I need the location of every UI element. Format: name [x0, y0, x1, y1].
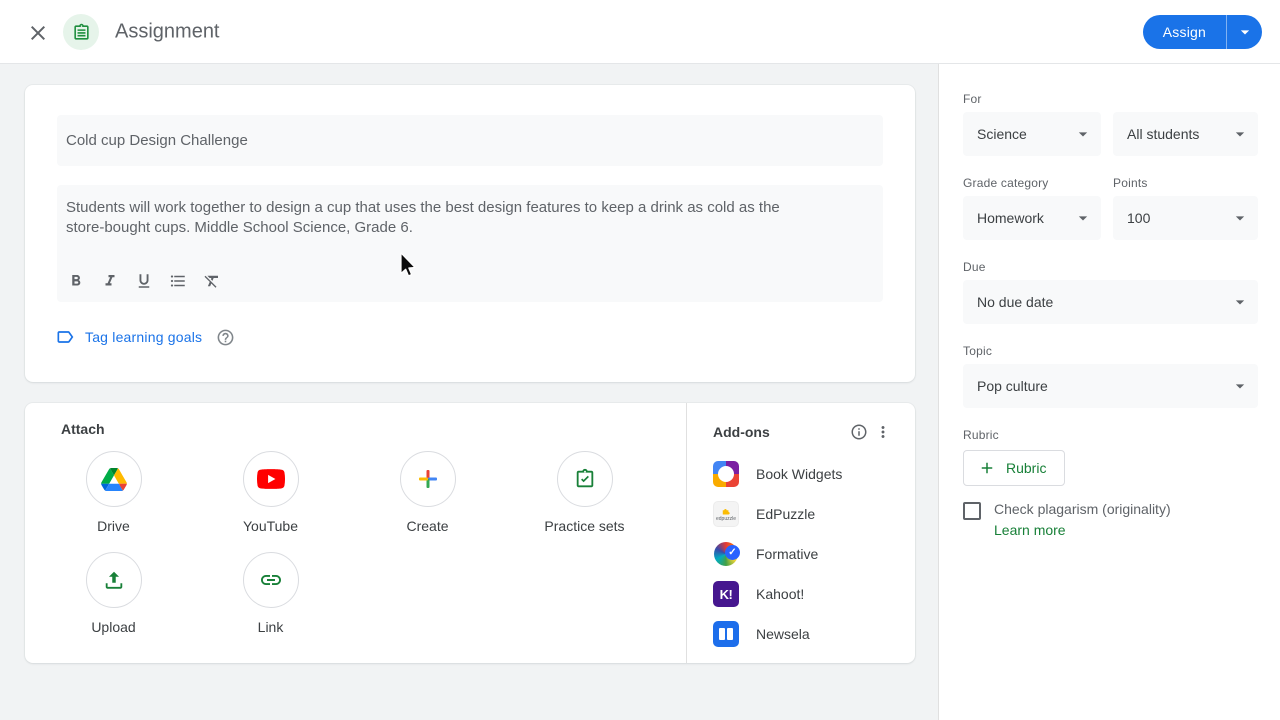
bulleted-list-button[interactable]	[161, 264, 195, 298]
dropdown-arrow-icon	[1078, 132, 1088, 137]
italic-button[interactable]	[93, 264, 127, 298]
help-icon	[217, 329, 234, 345]
attach-practice-sets-label: Practice sets	[544, 518, 625, 534]
dropdown-arrow-icon	[1235, 216, 1245, 221]
dropdown-arrow-icon	[1235, 300, 1245, 305]
for-label: For	[963, 92, 982, 106]
google-drive-icon	[100, 467, 127, 491]
info-icon	[851, 424, 867, 440]
tag-learning-goals-row: Tag learning goals	[55, 327, 236, 347]
assignment-type-badge	[63, 14, 99, 50]
students-select[interactable]: All students	[1113, 112, 1258, 156]
attach-link-label: Link	[257, 619, 284, 635]
topic-label: Topic	[963, 344, 993, 358]
assign-dropdown-button[interactable]	[1226, 15, 1262, 49]
dropdown-arrow-icon	[1235, 132, 1245, 137]
plus-icon	[981, 462, 993, 474]
help-button[interactable]	[216, 327, 236, 347]
addons-title: Add-ons	[713, 424, 770, 440]
attach-practice-sets-button[interactable]: Practice sets	[506, 451, 663, 534]
bold-icon	[72, 275, 81, 286]
youtube-icon	[256, 469, 285, 489]
attach-drive-button[interactable]: Drive	[35, 451, 192, 534]
addon-book-widgets[interactable]: Book Widgets	[713, 454, 895, 494]
main-content: Students will work together to design a …	[0, 64, 938, 720]
italic-icon	[105, 275, 115, 286]
page-title: Assignment	[115, 20, 220, 42]
clear-formatting-button[interactable]	[195, 264, 229, 298]
due-label: Due	[963, 260, 986, 274]
attach-pane: Attach Drive YouTube Create Practice set…	[25, 403, 686, 663]
plagiarism-label: Check plagarism (originality)	[994, 501, 1171, 517]
add-rubric-button[interactable]: Rubric	[963, 450, 1066, 486]
link-icon	[260, 575, 281, 585]
attach-drive-label: Drive	[97, 518, 130, 534]
formative-icon: ✓	[713, 541, 740, 567]
assignment-form-card: Students will work together to design a …	[25, 85, 915, 382]
addon-kahoot[interactable]: K! Kahoot!	[713, 574, 895, 614]
assign-button[interactable]: Assign	[1142, 15, 1226, 49]
addons-menu-button[interactable]	[871, 420, 895, 444]
attach-youtube-label: YouTube	[242, 518, 298, 534]
tag-learning-goals-label: Tag learning goals	[85, 329, 203, 345]
assign-split-button: Assign	[1142, 15, 1262, 49]
kebab-menu-icon	[881, 426, 885, 438]
create-plus-icon	[418, 470, 437, 488]
upload-icon	[105, 571, 122, 589]
formatting-toolbar	[59, 264, 229, 298]
attach-create-label: Create	[406, 518, 449, 534]
attach-title: Attach	[61, 421, 105, 437]
addons-list: Book Widgets edpuzzle EdPuzzle ✓ Formati…	[713, 454, 895, 654]
due-date-select[interactable]: No due date	[963, 280, 1258, 324]
attach-youtube-button[interactable]: YouTube	[192, 451, 349, 534]
top-bar: Assignment Assign	[0, 0, 1280, 64]
instructions-text: Students will work together to design a …	[66, 199, 780, 236]
points-select[interactable]: 100	[1113, 196, 1258, 240]
book-widgets-icon	[713, 461, 739, 487]
class-select[interactable]: Science	[963, 112, 1101, 156]
addon-newsela[interactable]: Newsela	[713, 614, 895, 654]
kahoot-icon: K!	[713, 581, 739, 607]
practice-sets-icon	[576, 468, 593, 488]
underline-icon	[138, 274, 150, 288]
attach-create-button[interactable]: Create	[349, 451, 506, 534]
plagiarism-row: Check plagarism (originality) Learn more	[963, 501, 1258, 540]
assignment-clipboard-icon	[73, 23, 89, 40]
attach-upload-label: Upload	[91, 619, 136, 635]
rubric-label: Rubric	[963, 428, 999, 442]
newsela-icon	[713, 621, 739, 647]
attach-options: Drive YouTube Create Practice sets Uploa…	[35, 451, 663, 635]
tag-learning-goals-button[interactable]: Tag learning goals	[55, 327, 202, 347]
points-label: Points	[1113, 176, 1148, 190]
grade-category-label: Grade category	[963, 176, 1049, 190]
dropdown-arrow-icon	[1240, 30, 1249, 35]
edpuzzle-icon: edpuzzle	[713, 501, 739, 527]
addon-formative[interactable]: ✓ Formative	[713, 534, 895, 574]
addons-info-button[interactable]	[847, 420, 871, 444]
bulleted-list-icon	[170, 275, 185, 287]
addon-edpuzzle[interactable]: edpuzzle EdPuzzle	[713, 494, 895, 534]
underline-button[interactable]	[127, 264, 161, 298]
clear-formatting-icon	[204, 275, 218, 288]
bold-button[interactable]	[59, 264, 93, 298]
topic-select[interactable]: Pop culture	[963, 364, 1258, 408]
plagiarism-checkbox[interactable]	[963, 502, 981, 520]
attach-link-button[interactable]: Link	[192, 552, 349, 635]
dropdown-arrow-icon	[1078, 216, 1088, 221]
grade-category-select[interactable]: Homework	[963, 196, 1101, 240]
learn-more-link[interactable]: Learn more	[994, 522, 1066, 538]
addons-pane: Add-ons Book Widgets edpuzzle EdPuzzle ✓…	[686, 403, 915, 663]
close-icon	[31, 26, 45, 40]
instructions-field[interactable]: Students will work together to design a …	[57, 185, 883, 302]
attach-upload-button[interactable]: Upload	[35, 552, 192, 635]
attachments-card: Attach Drive YouTube Create Practice set…	[25, 403, 915, 663]
dropdown-arrow-icon	[1235, 384, 1245, 389]
close-button[interactable]	[26, 21, 50, 45]
tag-icon	[57, 331, 74, 343]
title-input[interactable]	[57, 115, 883, 166]
settings-sidebar: For Science All students Grade category	[938, 64, 1280, 720]
assignment-editor: Assignment Assign Students will work tog…	[0, 0, 1280, 720]
